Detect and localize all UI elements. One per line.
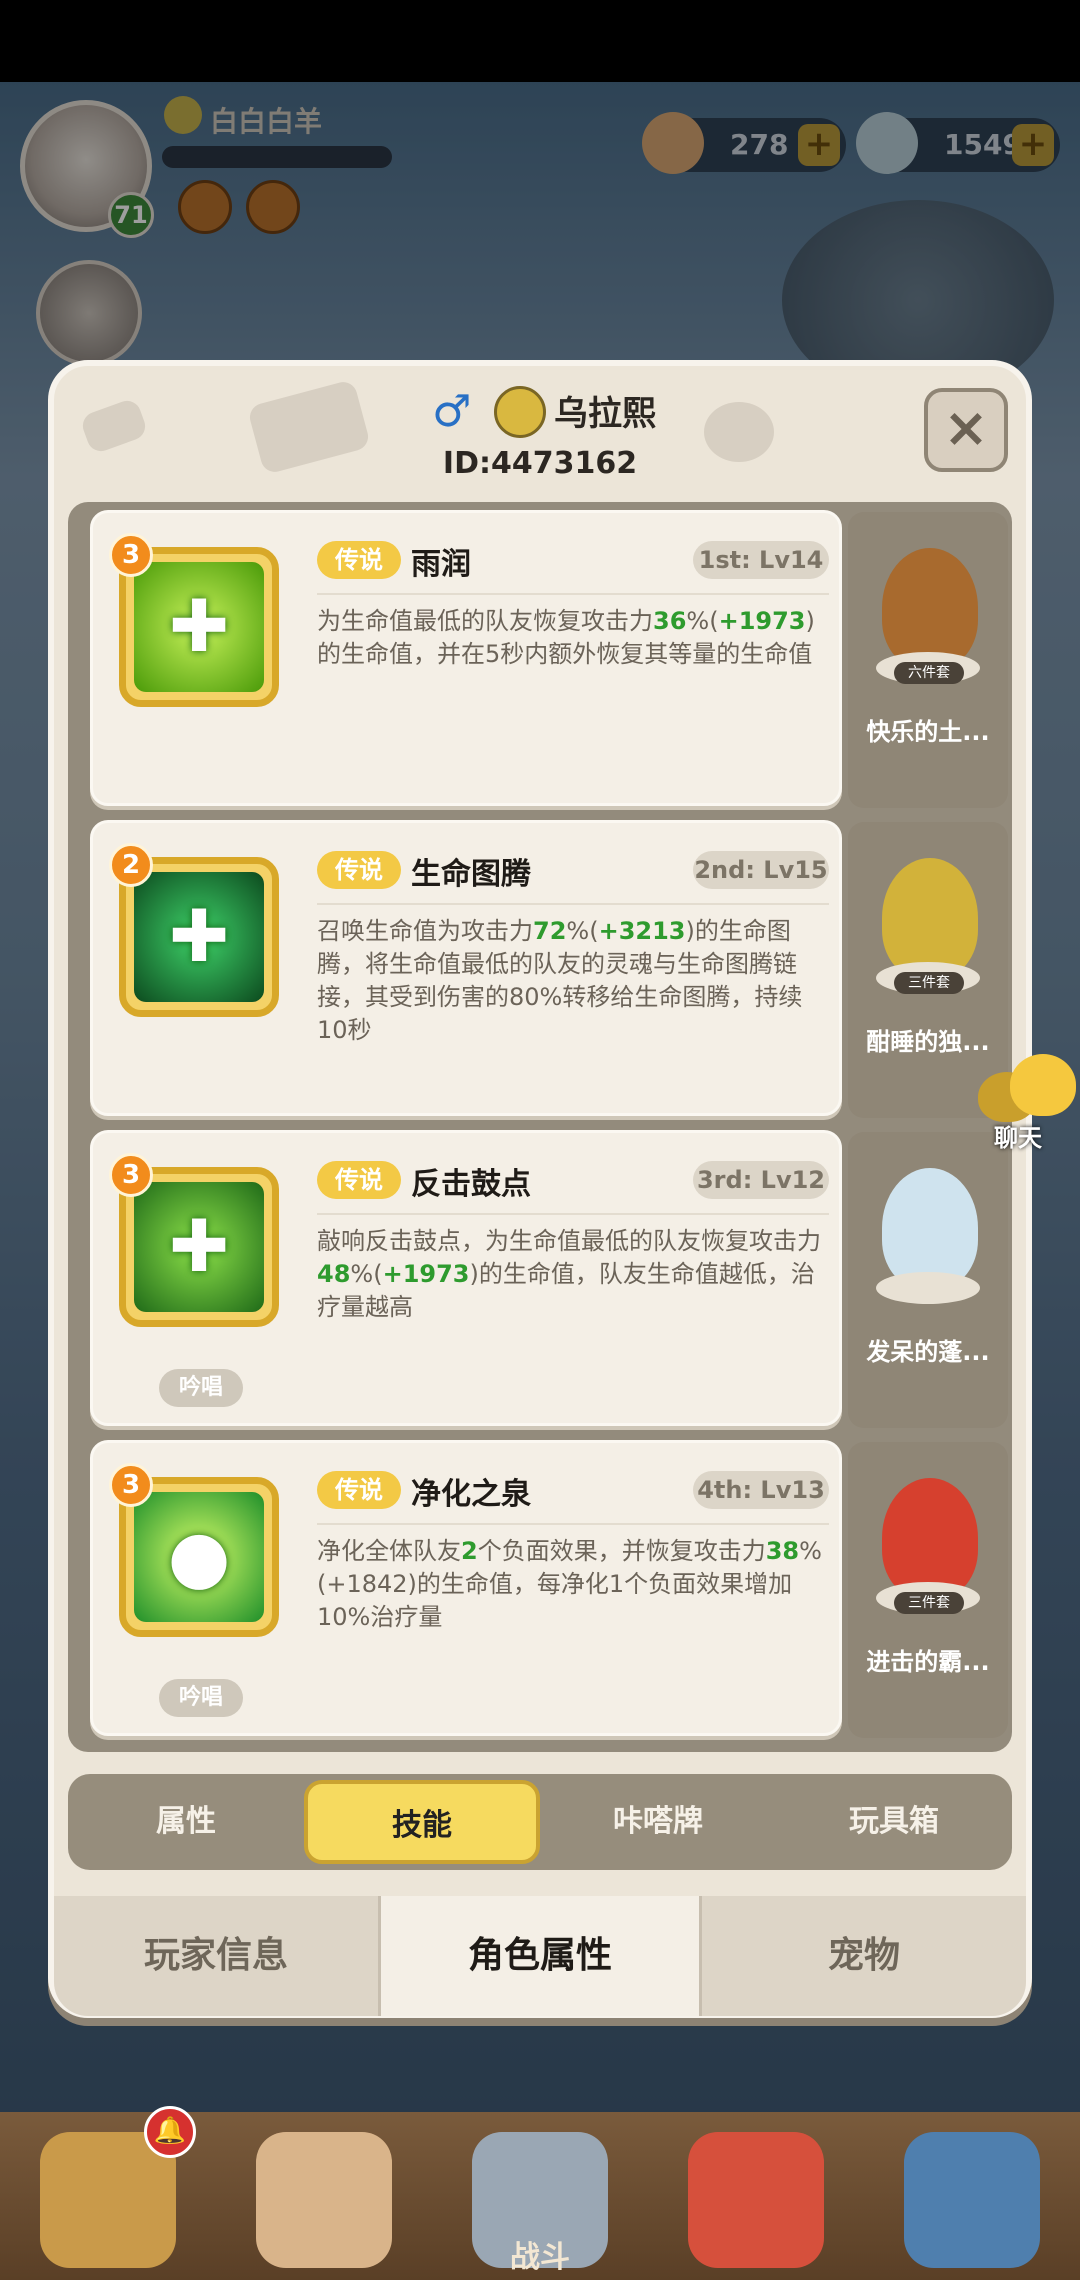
skill-slot-level: 2nd: Lv15 (693, 851, 829, 889)
character-info-dialog: ♂ 乌拉熙 ID:4473162 × ✚ 3 传说 雨润 1st: Lv14 为… (48, 360, 1032, 2018)
divider (317, 1523, 829, 1525)
smiley-icon (1010, 1054, 1076, 1116)
close-button[interactable]: × (924, 388, 1008, 472)
tab-player-info[interactable]: 玩家信息 (54, 1896, 378, 2016)
character-id: ID:4473162 (442, 446, 638, 481)
set-badge: 六件套 (894, 662, 964, 684)
skill-icon-art: ✚ (134, 872, 264, 1002)
skill-slot-level: 1st: Lv14 (693, 541, 829, 579)
skill-card[interactable]: ● 3 传说 净化之泉 4th: Lv13 净化全体队友2个负面效果，并恢复攻击… (90, 1440, 842, 1736)
drum-cross-icon: ✚ (168, 1204, 230, 1288)
battle-label: 战斗 (510, 2240, 570, 2275)
rarity-tag: 传说 (317, 541, 401, 579)
game-screen: 71 白白白羊 278 + 1549 + ♂ 乌拉熙 ID:4473162 × … (0, 0, 1080, 2280)
skill-slot-level: 4th: Lv13 (693, 1471, 829, 1509)
rarity-tag: 传说 (317, 851, 401, 889)
sub-tab-bar: 属性 技能 咔嗒牌 玩具箱 (68, 1774, 1012, 1870)
skill-icon-art: ✚ (134, 1182, 264, 1312)
skill-description: 敲响反击鼓点，为生命值最低的队友恢复攻击力48%(+1973)的生命值，队友生命… (317, 1227, 821, 1321)
skill-description: 净化全体队友2个负面效果，并恢复攻击力38%(+1842)的生命值，每净化1个负… (317, 1537, 822, 1631)
chant-tag: 吟唱 (159, 1369, 243, 1407)
skill-name: 生命图腾 (411, 857, 531, 892)
tab-pets[interactable]: 宠物 (702, 1896, 1026, 2016)
skills-panel: ✚ 3 传说 雨润 1st: Lv14 为生命值最低的队友恢复攻击力36%(+1… (68, 502, 1012, 1752)
divider (317, 903, 829, 905)
pet-figure (882, 1168, 978, 1288)
tab-cards[interactable]: 咔嗒牌 (540, 1774, 776, 1870)
pet-figure (882, 1478, 978, 1598)
notification-bell-icon[interactable]: 🔔 (144, 2106, 196, 2158)
skill-description: 召唤生命值为攻击力72%(+3213)的生命图腾，将生命值最低的队友的灵魂与生命… (317, 917, 803, 1044)
skill-icon-art: ✚ (134, 562, 264, 692)
skill-card[interactable]: ✚ 3 传说 反击鼓点 3rd: Lv12 敲响反击鼓点，为生命值最低的队友恢复… (90, 1130, 842, 1426)
set-badge: 三件套 (894, 972, 964, 994)
skill-name: 雨润 (411, 547, 471, 582)
heal-cross-icon: ✚ (168, 584, 230, 668)
skill-level-badge: 3 (109, 533, 153, 577)
pet-slot[interactable]: 六件套 快乐的土... (848, 512, 1008, 808)
main-tab-bar: 玩家信息 角色属性 宠物 (54, 1896, 1026, 2016)
character-title-icon (494, 386, 546, 438)
character-name: 乌拉熙 (554, 394, 656, 434)
skill-card[interactable]: ✚ 3 传说 雨润 1st: Lv14 为生命值最低的队友恢复攻击力36%(+1… (90, 510, 842, 806)
pet-slot[interactable]: 三件套 进击的霸... (848, 1442, 1008, 1738)
skill-level-badge: 3 (109, 1463, 153, 1507)
status-bar (0, 0, 1080, 82)
chat-button[interactable]: 聊天 (970, 1050, 1080, 1160)
tab-toybox[interactable]: 玩具箱 (776, 1774, 1012, 1870)
pet-name: 发呆的蓬... (866, 1338, 990, 1366)
pet-name: 快乐的土... (866, 718, 990, 746)
tab-skills[interactable]: 技能 (304, 1780, 540, 1864)
skill-card[interactable]: ✚ 2 传说 生命图腾 2nd: Lv15 召唤生命值为攻击力72%(+3213… (90, 820, 842, 1116)
skill-description: 为生命值最低的队友恢复攻击力36%(+1973)的生命值，并在5秒内额外恢复其等… (317, 607, 815, 668)
skill-level-badge: 3 (109, 1153, 153, 1197)
skill-slot-level: 3rd: Lv12 (693, 1161, 829, 1199)
rarity-tag: 传说 (317, 1471, 401, 1509)
set-badge: 三件套 (894, 1592, 964, 1614)
pet-name: 进击的霸... (866, 1648, 990, 1676)
chant-tag: 吟唱 (159, 1679, 243, 1717)
male-gender-icon: ♂ (432, 386, 472, 437)
skill-level-badge: 2 (109, 843, 153, 887)
skill-icon-art: ● (134, 1492, 264, 1622)
chat-label: 聊天 (994, 1124, 1042, 1152)
rarity-tag: 传说 (317, 1161, 401, 1199)
divider (317, 1213, 829, 1215)
totem-icon: ✚ (168, 894, 230, 978)
skill-name: 反击鼓点 (411, 1167, 531, 1202)
pet-slot[interactable]: 发呆的蓬... (848, 1132, 1008, 1428)
tab-character-attributes[interactable]: 角色属性 (378, 1896, 702, 2016)
pet-figure (882, 548, 978, 668)
tab-attributes[interactable]: 属性 (68, 1774, 304, 1870)
pet-pedestal (876, 1272, 980, 1304)
skill-name: 净化之泉 (411, 1477, 531, 1512)
divider (317, 593, 829, 595)
pet-figure (882, 858, 978, 978)
water-drop-icon: ● (167, 1514, 231, 1598)
